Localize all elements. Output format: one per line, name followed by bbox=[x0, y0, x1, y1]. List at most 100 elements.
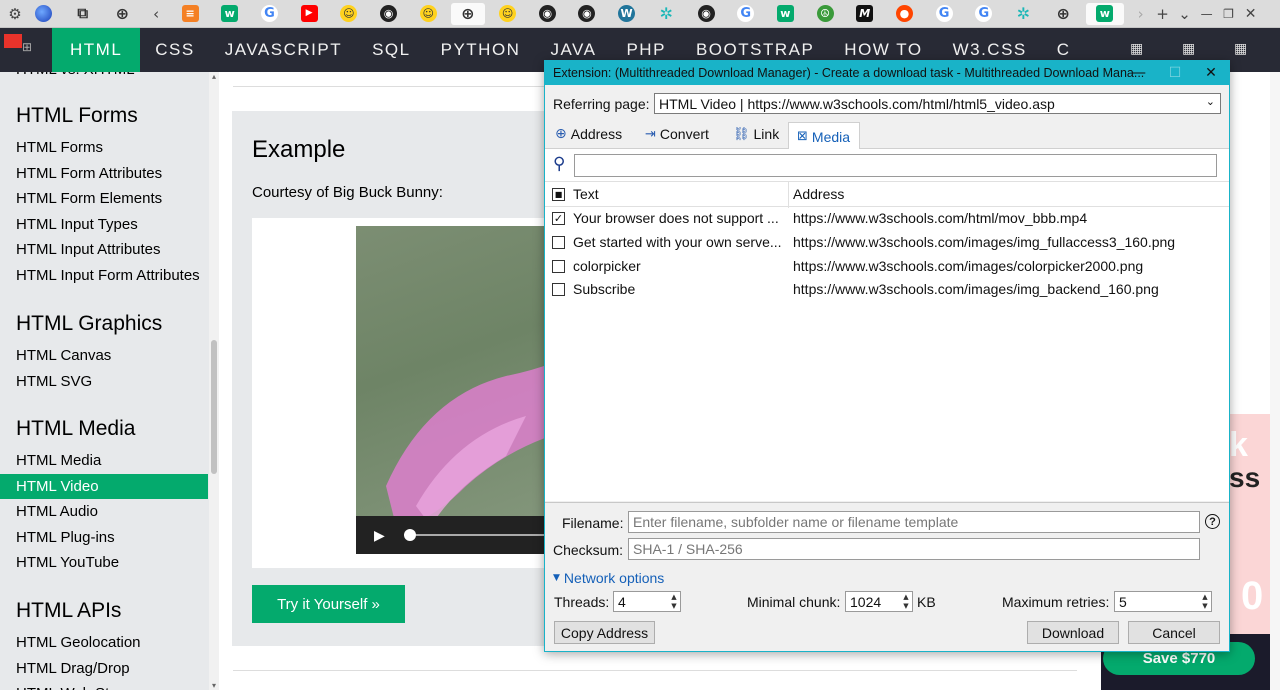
browser-tab[interactable]: w bbox=[213, 3, 247, 25]
sidebar-link[interactable]: HTML Web Storage bbox=[0, 681, 209, 690]
dialog-minimize-icon[interactable]: — bbox=[1121, 61, 1157, 85]
filename-input[interactable]: Enter filename, subfolder name or filena… bbox=[628, 511, 1200, 533]
table-row[interactable]: ✓ Your browser does not support ... http… bbox=[545, 207, 1229, 231]
browser-tab[interactable]: W bbox=[610, 3, 644, 25]
page-scrollbar[interactable] bbox=[1270, 72, 1280, 690]
tabs-back-arrow-icon[interactable]: ‹ bbox=[145, 3, 167, 25]
nav-javascript[interactable]: JAVASCRIPT bbox=[210, 28, 357, 72]
sidebar-link[interactable]: HTML Geolocation bbox=[0, 630, 209, 656]
sidebar-link[interactable]: HTML Audio bbox=[0, 499, 209, 525]
browser-tab[interactable]: ☺ bbox=[491, 3, 525, 25]
try-it-yourself-button[interactable]: Try it Yourself » bbox=[252, 585, 405, 623]
browser-tab[interactable]: ● bbox=[887, 3, 921, 25]
sidebar-scrollbar[interactable]: ▴ ▾ bbox=[209, 72, 219, 690]
download-button[interactable]: Download bbox=[1027, 621, 1119, 644]
sidebar-scroll-up-icon[interactable]: ▴ bbox=[209, 72, 219, 81]
browser-tab-active[interactable]: w bbox=[1085, 2, 1124, 25]
browser-tab[interactable]: ☺ bbox=[332, 3, 366, 25]
nav-grid-icon[interactable]: ▦ bbox=[1182, 40, 1195, 57]
browser-tab[interactable]: ◉ bbox=[372, 3, 406, 25]
browser-tab[interactable]: ⊕ bbox=[1046, 3, 1080, 25]
browser-tab[interactable]: G bbox=[252, 3, 286, 25]
table-row[interactable]: colorpicker https://www.w3schools.com/im… bbox=[545, 255, 1229, 279]
sidebar-link-active[interactable]: HTML Video bbox=[0, 473, 208, 500]
tab-media[interactable]: ⊠ Media bbox=[788, 122, 860, 150]
browser-tab[interactable]: G bbox=[927, 3, 961, 25]
browser-tab[interactable]: ✲ bbox=[649, 3, 683, 25]
play-icon[interactable]: ▶ bbox=[374, 528, 385, 544]
help-icon[interactable]: ? bbox=[1205, 514, 1220, 529]
stepper-arrows-icon[interactable]: ▲ ▼ bbox=[901, 593, 911, 611]
dialog-close-icon[interactable]: ✕ bbox=[1193, 61, 1229, 85]
sidebar-link[interactable]: HTML Drag/Drop bbox=[0, 656, 209, 682]
row-checkbox[interactable] bbox=[552, 236, 565, 249]
browser-tab[interactable] bbox=[26, 3, 60, 25]
browser-tab[interactable]: w bbox=[768, 3, 802, 25]
row-checkbox-checked[interactable]: ✓ bbox=[552, 212, 565, 225]
sidebar-link[interactable]: HTML SVG bbox=[0, 369, 209, 395]
referring-page-select[interactable]: HTML Video | https://www.w3schools.com/h… bbox=[654, 93, 1221, 114]
minimize-window-icon[interactable]: — bbox=[1196, 3, 1218, 25]
logo-square-icon[interactable]: ⊞ bbox=[0, 28, 52, 72]
tab-list-button[interactable]: ⌄ bbox=[1174, 3, 1196, 25]
search-input[interactable] bbox=[574, 154, 1217, 177]
browser-tab[interactable]: G bbox=[967, 3, 1001, 25]
sidebar-link[interactable]: HTML Form Attributes bbox=[0, 161, 209, 187]
select-all-checkbox[interactable]: ■ bbox=[552, 188, 565, 201]
browser-tab[interactable]: G bbox=[729, 3, 763, 25]
threads-stepper[interactable]: 4 ▲ ▼ bbox=[613, 591, 681, 612]
chunk-stepper[interactable]: 1024 ▲ ▼ bbox=[845, 591, 913, 612]
browser-tab[interactable]: ☺ bbox=[411, 3, 445, 25]
nav-grid-icon[interactable]: ▦ bbox=[1234, 40, 1247, 57]
sidebar-link[interactable]: HTML YouTube bbox=[0, 550, 209, 576]
browser-tab[interactable]: ≡ bbox=[173, 3, 207, 25]
browser-tab[interactable]: ✲ bbox=[1007, 3, 1041, 25]
checksum-input[interactable]: SHA-1 / SHA-256 bbox=[628, 538, 1200, 560]
sidebar-link-partial[interactable]: HTML vs. XHTML bbox=[0, 72, 151, 83]
browser-tab[interactable]: M bbox=[848, 3, 882, 25]
cancel-button[interactable]: Cancel bbox=[1128, 621, 1220, 644]
nav-css[interactable]: CSS bbox=[140, 28, 209, 72]
sidebar-link[interactable]: HTML Input Attributes bbox=[0, 237, 209, 263]
extensions-tab[interactable]: ⧉ bbox=[66, 3, 100, 25]
row-checkbox[interactable] bbox=[552, 260, 565, 273]
tabs-forward-arrow-icon[interactable]: › bbox=[1130, 3, 1152, 25]
browser-tab[interactable]: ◉ bbox=[570, 3, 604, 25]
column-header-address[interactable]: Address bbox=[793, 186, 844, 202]
sidebar-link[interactable]: HTML Plug-ins bbox=[0, 525, 209, 551]
sidebar-link[interactable]: HTML Form Elements bbox=[0, 186, 209, 212]
table-row[interactable]: Get started with your own serve... https… bbox=[545, 231, 1229, 255]
stepper-arrows-icon[interactable]: ▲ ▼ bbox=[1200, 593, 1210, 611]
retries-stepper[interactable]: 5 ▲ ▼ bbox=[1114, 591, 1212, 612]
sidebar-link[interactable]: HTML Input Types bbox=[0, 212, 209, 238]
row-checkbox[interactable] bbox=[552, 283, 565, 296]
sidebar-link[interactable]: HTML Canvas bbox=[0, 343, 209, 369]
video-progress-knob[interactable] bbox=[404, 529, 416, 541]
copy-address-button[interactable]: Copy Address bbox=[554, 621, 655, 644]
browser-tab[interactable]: ⊕ bbox=[450, 2, 485, 25]
stepper-arrows-icon[interactable]: ▲ ▼ bbox=[669, 593, 679, 611]
table-row[interactable]: Subscribe https://www.w3schools.com/imag… bbox=[545, 278, 1229, 302]
tab-convert[interactable]: ⇥ Convert bbox=[645, 126, 709, 142]
dialog-maximize-icon[interactable]: ☐ bbox=[1157, 61, 1193, 85]
nav-grid-icon[interactable]: ▦ bbox=[1130, 40, 1143, 57]
close-window-icon[interactable]: ✕ bbox=[1240, 3, 1262, 25]
nav-html[interactable]: HTML bbox=[52, 28, 141, 72]
sidebar-scroll-thumb[interactable] bbox=[211, 340, 217, 474]
tab-link[interactable]: ⛓ Link bbox=[733, 126, 779, 142]
nav-sql[interactable]: SQL bbox=[357, 28, 426, 72]
browser-tab[interactable]: ⊕ bbox=[105, 3, 139, 25]
sidebar-link[interactable]: HTML Forms bbox=[0, 135, 209, 161]
restore-window-icon[interactable]: ❐ bbox=[1218, 3, 1240, 25]
browser-tab[interactable]: ◉ bbox=[689, 3, 723, 25]
new-tab-button[interactable]: + bbox=[1152, 3, 1174, 25]
sidebar-link[interactable]: HTML Media bbox=[0, 448, 209, 474]
sidebar-link[interactable]: HTML Input Form Attributes bbox=[0, 263, 209, 289]
browser-tab[interactable]: ▶ bbox=[292, 3, 326, 25]
network-options-toggle[interactable]: ▼ Network options bbox=[553, 570, 664, 586]
settings-gear-icon[interactable]: ⚙ bbox=[4, 3, 26, 25]
column-header-text[interactable]: Text bbox=[573, 186, 599, 202]
tab-address[interactable]: ⊕ Address bbox=[555, 126, 622, 142]
nav-python[interactable]: PYTHON bbox=[426, 28, 536, 72]
browser-tab[interactable]: ◉ bbox=[530, 3, 564, 25]
